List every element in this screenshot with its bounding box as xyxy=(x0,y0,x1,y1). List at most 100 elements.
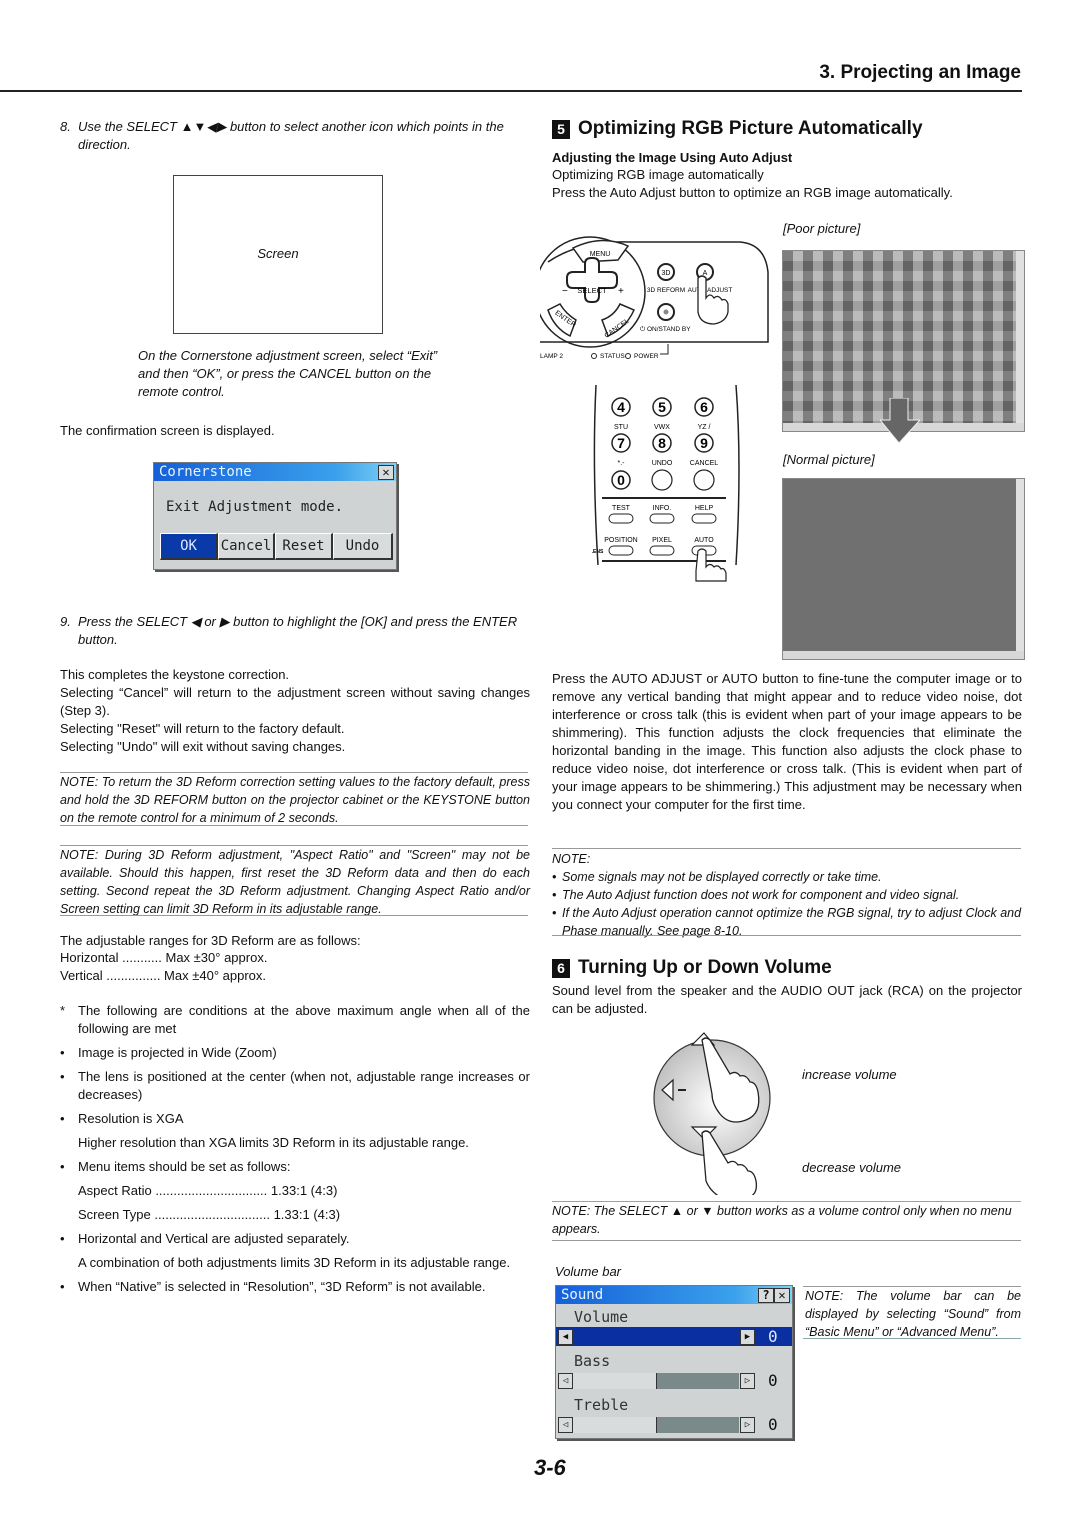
auto-adjust-line2: Press the Auto Adjust button to optimize… xyxy=(552,185,953,200)
cancel-key[interactable] xyxy=(693,469,715,491)
bullet-marker: • xyxy=(60,1279,65,1294)
close-icon[interactable]: ✕ xyxy=(774,1288,790,1303)
help-icon[interactable]: ? xyxy=(758,1288,774,1303)
bullet-text: When “Native” is selected in “Resolution… xyxy=(78,1279,486,1294)
remote-control: 4 5 6 STU VWX YZ / 7 8 9 *.- UNDO CANCEL… xyxy=(592,385,740,582)
bullet-item: • The lens is positioned at the center (… xyxy=(60,1068,530,1104)
volume-slider-row[interactable]: ◀ ▶ 0 xyxy=(556,1327,792,1346)
step-9-number: 9. xyxy=(60,614,71,629)
step-8-number: 8. xyxy=(60,119,71,134)
treble-decrease-arrow[interactable]: ◁ xyxy=(558,1417,573,1433)
bullet-item: • Horizontal and Vertical are adjusted s… xyxy=(60,1230,530,1248)
increase-volume-label: increase volume xyxy=(802,1067,897,1082)
range-dots: ............... xyxy=(102,968,165,983)
pixel-key[interactable] xyxy=(649,545,675,556)
select-label: SELECT xyxy=(577,286,607,295)
bass-slider-fill xyxy=(573,1373,657,1389)
test-key[interactable] xyxy=(608,513,634,524)
pixel-key-label: PIXEL xyxy=(652,537,672,544)
sound-dialog: Sound ? ✕ Volume ◀ ▶ 0 Bass ◁ ▷ 0 Treble… xyxy=(555,1285,793,1439)
cornerstone-message: Exit Adjustment mode. xyxy=(166,499,344,515)
completion-line: Selecting "Undo" will exit without savin… xyxy=(60,739,346,754)
help-key[interactable] xyxy=(691,513,717,524)
cancel-button[interactable]: Cancel xyxy=(218,533,275,560)
bass-slider-row[interactable]: ◁ ▷ 0 xyxy=(556,1371,792,1390)
auto-adjust-subheading: Adjusting the Image Using Auto Adjust xyxy=(552,150,793,165)
step-8: 8. Use the SELECT ▲▼◀▶ button to select … xyxy=(60,118,530,154)
bass-slider-track[interactable] xyxy=(573,1373,739,1389)
note-text: The Auto Adjust function does not work f… xyxy=(562,888,960,902)
section-number-badge: 6 xyxy=(552,958,570,978)
note-item: • The Auto Adjust function does not work … xyxy=(552,886,1024,904)
section-number-badge: 5 xyxy=(552,119,570,139)
bass-increase-arrow[interactable]: ▷ xyxy=(740,1373,755,1389)
volume-bar-note: NOTE: The volume bar can be displayed by… xyxy=(805,1289,1021,1339)
taskbar xyxy=(783,651,1024,659)
treble-slider-row[interactable]: ◁ ▷ 0 xyxy=(556,1415,792,1434)
bullet-marker: • xyxy=(60,1045,65,1060)
status-indicator-icon xyxy=(591,353,597,359)
test-key-label: TEST xyxy=(612,505,631,512)
decrease-volume-label: decrease volume xyxy=(802,1160,901,1175)
step-8-text: Use the SELECT ▲▼◀▶ button to select ano… xyxy=(78,119,504,152)
cornerstone-title: Cornerstone xyxy=(159,464,252,480)
menu-setting-screen: Screen Type ............................… xyxy=(60,1206,530,1224)
bullet-item: • Resolution is XGA xyxy=(60,1110,530,1128)
close-icon[interactable]: ✕ xyxy=(378,465,394,480)
cornerstone-titlebar: Cornerstone ✕ xyxy=(154,463,396,481)
plus-label: + xyxy=(618,286,624,297)
bullet-text: Menu items should be set as follows: xyxy=(78,1159,291,1174)
range-value: Max ±40° approx. xyxy=(164,968,266,983)
info-key[interactable] xyxy=(649,513,675,524)
remote-edge xyxy=(593,385,599,566)
bass-decrease-arrow[interactable]: ◁ xyxy=(558,1373,573,1389)
projector-control-panel: MENU SELECT − + ENTER CANCEL 3D 3D REFOR… xyxy=(540,236,769,360)
auto-adjust-body: Press the AUTO ADJUST or AUTO button to … xyxy=(552,671,1022,812)
key-label-symbols: *.- xyxy=(618,460,626,467)
bullet-text: Horizontal and Vertical are adjusted sep… xyxy=(78,1231,350,1246)
bullet-item: • When “Native” is selected in “Resoluti… xyxy=(60,1278,530,1296)
ok-button[interactable]: OK xyxy=(160,533,218,560)
setting-dots: ................................ xyxy=(150,1207,274,1222)
auto-adjust-notes: NOTE: • Some signals may not be displayed… xyxy=(552,850,1024,940)
undo-button[interactable]: Undo xyxy=(333,533,393,560)
power-indicator-label: POWER xyxy=(634,353,659,360)
xga-note: Higher resolution than XGA limits 3D Ref… xyxy=(78,1135,469,1150)
conditions-intro-text: The following are conditions at the abov… xyxy=(78,1003,530,1036)
bullet-marker: • xyxy=(60,1159,65,1174)
divider xyxy=(60,825,528,826)
help-key-label: HELP xyxy=(695,505,714,512)
volume-decrease-arrow[interactable]: ◀ xyxy=(558,1329,573,1345)
section-5-heading: 5 Optimizing RGB Picture Automatically xyxy=(552,118,923,140)
bullet-text: Image is projected in Wide (Zoom) xyxy=(78,1045,277,1060)
key-label-vwx: VWX xyxy=(654,424,670,431)
bullet-marker: • xyxy=(552,888,557,902)
volume-note: NOTE: The SELECT ▲ or ▼ button works as … xyxy=(552,1204,1012,1236)
divider xyxy=(552,935,1021,936)
range-value: Max ±30° approx. xyxy=(165,950,268,965)
volume-value: 0 xyxy=(768,1327,778,1346)
treble-slider-track[interactable] xyxy=(573,1417,739,1433)
screen-illustration: Screen xyxy=(173,175,383,334)
key-6-label: 6 xyxy=(700,399,708,415)
note-3d-reform-default: NOTE: To return the 3D Reform correction… xyxy=(60,775,530,825)
indicator-line xyxy=(660,344,669,355)
volume-increase-arrow[interactable]: ▶ xyxy=(740,1329,755,1345)
step-9: 9. Press the SELECT ◀ or ▶ button to hig… xyxy=(60,613,530,649)
position-key[interactable] xyxy=(608,545,634,556)
down-arrow-icon xyxy=(880,398,920,443)
range-dots: ........... xyxy=(118,950,166,965)
reset-button[interactable]: Reset xyxy=(275,533,333,560)
key-0-label: 0 xyxy=(617,472,625,488)
sound-titlebar: Sound ? ✕ xyxy=(556,1286,792,1304)
treble-increase-arrow[interactable]: ▷ xyxy=(740,1417,755,1433)
conditions-list: * The following are conditions at the ab… xyxy=(60,1002,530,1296)
undo-key[interactable] xyxy=(651,469,673,491)
divider xyxy=(552,1240,1021,1241)
lamp-indicator-label: LAMP 2 xyxy=(540,353,563,360)
select-pad[interactable] xyxy=(566,257,618,303)
key-4-label: 4 xyxy=(617,399,625,415)
treble-slider-fill xyxy=(573,1417,657,1433)
menu-label: MENU xyxy=(590,251,611,258)
range-horizontal: Horizontal ........... Max ±30° approx. xyxy=(60,949,267,967)
